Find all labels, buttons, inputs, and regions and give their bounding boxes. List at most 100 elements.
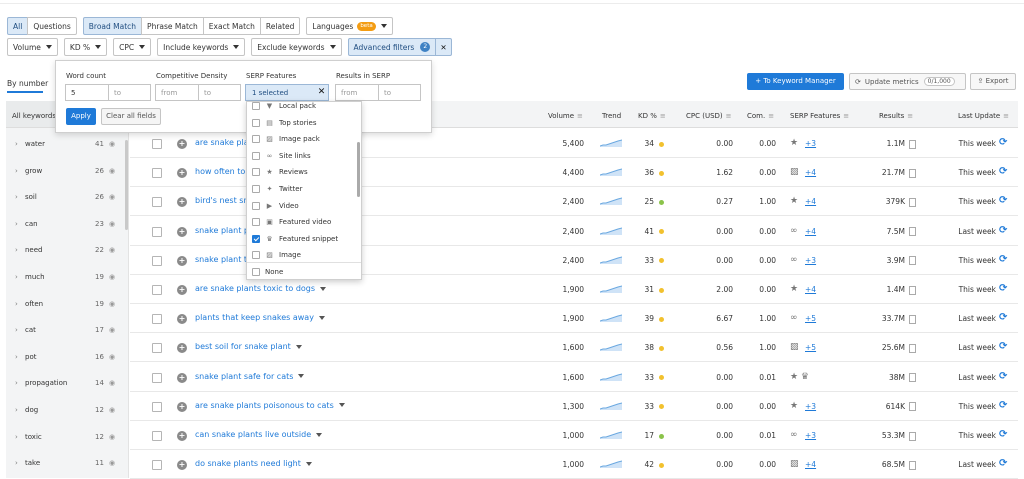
checkbox[interactable] [252, 201, 260, 210]
chevron-down-icon[interactable] [318, 315, 325, 320]
eye-icon[interactable]: ◉ [109, 459, 115, 467]
refresh-icon[interactable]: ⟳ [999, 400, 1007, 411]
eye-icon[interactable]: ◉ [109, 140, 115, 148]
eye-icon[interactable]: ◉ [109, 326, 115, 334]
column-header-volume[interactable]: Volume ≡ [548, 112, 583, 120]
chevron-right-icon[interactable]: › [15, 246, 18, 254]
keyword-link[interactable]: are snake plants poisonous to cats [195, 401, 345, 410]
chevron-right-icon[interactable]: › [15, 433, 18, 441]
advanced-filters-clear-button[interactable]: ✕ [435, 38, 452, 56]
serp-option[interactable]: ▼ Local pack [247, 102, 357, 114]
keyword-link[interactable]: best soil for snake plant [195, 342, 302, 351]
refresh-icon[interactable]: ⟳ [999, 166, 1007, 177]
chevron-right-icon[interactable]: › [15, 326, 18, 334]
update-metrics-button[interactable]: ⟳ Update metrics 0/1,000 [849, 73, 966, 90]
row-checkbox[interactable] [152, 226, 162, 237]
column-header-com[interactable]: Com. ≡ [747, 112, 774, 120]
serp-features-more-link[interactable]: +3 [805, 431, 816, 440]
row-checkbox[interactable] [152, 168, 162, 179]
add-keyword-icon[interactable]: + [177, 343, 187, 354]
serp-option-none[interactable]: None [247, 262, 361, 279]
add-keyword-icon[interactable]: + [177, 168, 187, 179]
checkbox[interactable] [252, 118, 260, 127]
serp-option[interactable]: ♛ Featured snippet [247, 231, 357, 247]
group-item[interactable]: › often 19 ◉ [6, 297, 121, 313]
refresh-icon[interactable]: ⟳ [999, 371, 1007, 382]
results-from-input[interactable]: from [335, 84, 379, 101]
to-keyword-manager-button[interactable]: + To Keyword Manager [747, 73, 844, 90]
checkbox[interactable] [252, 102, 260, 110]
serp-features-more-link[interactable]: +4 [805, 285, 816, 294]
checkbox[interactable] [252, 251, 260, 260]
serp-features-more-link[interactable]: +4 [805, 168, 816, 177]
serp-features-more-link[interactable]: +4 [805, 460, 816, 469]
keyword-link[interactable]: how often to [195, 167, 245, 176]
kd-filter[interactable]: KD % [63, 38, 108, 56]
tab-questions[interactable]: Questions [27, 17, 77, 35]
clear-all-fields-button[interactable]: Clear all fields [101, 108, 161, 125]
chevron-right-icon[interactable]: › [15, 459, 18, 467]
group-item[interactable]: › need 22 ◉ [6, 243, 121, 259]
serp-snapshot-icon[interactable] [909, 285, 916, 295]
cpc-filter[interactable]: CPC [113, 38, 152, 56]
serp-option[interactable]: ∞ Site links [247, 148, 357, 164]
refresh-icon[interactable]: ⟳ [999, 283, 1007, 294]
results-to-input[interactable]: to [378, 84, 421, 101]
keyword-link[interactable]: can snake plants live outside [195, 430, 323, 439]
refresh-icon[interactable]: ⟳ [999, 195, 1007, 206]
group-item[interactable]: › can 23 ◉ [6, 217, 121, 233]
keyword-link[interactable]: are snake pla [195, 138, 249, 147]
serp-features-more-link[interactable]: +3 [805, 139, 816, 148]
serp-features-more-link[interactable]: +3 [805, 256, 816, 265]
serp-features-more-link[interactable]: +4 [805, 227, 816, 236]
eye-icon[interactable]: ◉ [109, 406, 115, 414]
serp-option[interactable]: ▤ Top stories [247, 115, 357, 131]
chevron-right-icon[interactable]: › [15, 193, 18, 201]
checkbox[interactable] [252, 267, 260, 276]
chevron-right-icon[interactable]: › [15, 353, 18, 361]
add-keyword-icon[interactable]: + [177, 285, 187, 295]
chevron-down-icon[interactable] [298, 374, 305, 379]
eye-icon[interactable]: ◉ [109, 379, 115, 387]
apply-button[interactable]: Apply [66, 108, 96, 125]
chevron-down-icon[interactable] [305, 461, 312, 466]
row-checkbox[interactable] [152, 401, 162, 412]
serp-snapshot-icon[interactable] [909, 431, 916, 441]
serp-snapshot-icon[interactable] [909, 227, 916, 237]
group-item[interactable]: › dog 12 ◉ [6, 403, 121, 419]
row-checkbox[interactable] [152, 314, 162, 325]
row-checkbox[interactable] [152, 343, 162, 354]
add-keyword-icon[interactable]: + [177, 226, 187, 237]
add-keyword-icon[interactable]: + [177, 314, 187, 325]
eye-icon[interactable]: ◉ [109, 193, 115, 201]
keyword-link[interactable]: snake plant safe for cats [195, 372, 305, 381]
row-checkbox[interactable] [152, 139, 162, 149]
eye-icon[interactable]: ◉ [109, 246, 115, 254]
serp-snapshot-icon[interactable] [909, 402, 916, 412]
include-keywords-filter[interactable]: Include keywords [157, 38, 246, 56]
column-header-cpc[interactable]: CPC (USD) ≡ [686, 112, 732, 120]
exclude-keywords-filter[interactable]: Exclude keywords [251, 38, 342, 56]
serp-option[interactable]: ▨ Image [247, 247, 357, 262]
chevron-right-icon[interactable]: › [15, 140, 18, 148]
group-item[interactable]: › grow 26 ◉ [6, 164, 121, 180]
chevron-right-icon[interactable]: › [15, 167, 18, 175]
serp-features-more-link[interactable]: +3 [805, 402, 816, 411]
serp-snapshot-icon[interactable] [909, 314, 916, 324]
group-item[interactable]: › pot 16 ◉ [6, 350, 121, 366]
serp-snapshot-icon[interactable] [909, 197, 916, 207]
word-count-from-input[interactable]: 5 [65, 84, 109, 101]
row-checkbox[interactable] [152, 255, 162, 266]
tab-all[interactable]: All [7, 17, 29, 35]
serp-snapshot-icon[interactable] [909, 139, 916, 149]
serp-snapshot-icon[interactable] [909, 256, 916, 266]
serp-snapshot-icon[interactable] [909, 460, 916, 470]
serp-snapshot-icon[interactable] [909, 168, 916, 178]
checkbox[interactable] [252, 185, 260, 193]
eye-icon[interactable]: ◉ [109, 220, 115, 228]
eye-icon[interactable]: ◉ [109, 167, 115, 175]
add-keyword-icon[interactable]: + [177, 401, 187, 412]
checkbox[interactable] [252, 135, 260, 144]
column-header-kd[interactable]: KD % ≡ [638, 112, 666, 120]
checkbox[interactable] [252, 218, 260, 227]
